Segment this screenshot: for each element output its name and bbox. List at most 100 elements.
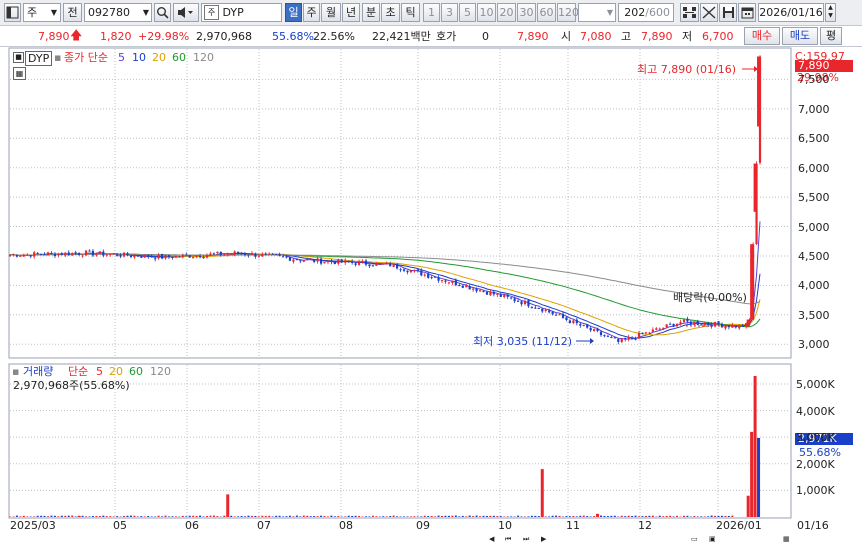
scroll-left-icon[interactable]: ◀ xyxy=(489,535,494,543)
volume-axis-tick: 3,000K xyxy=(796,431,835,445)
volume-readout: 2,970,968주(55.68%) xyxy=(13,379,130,392)
volume-bar xyxy=(240,516,243,517)
interval-30[interactable]: 30 xyxy=(517,3,536,22)
volume-bar xyxy=(313,516,316,517)
volume-bar xyxy=(399,516,402,517)
volume-bar xyxy=(171,516,174,517)
scroll-first-icon[interactable]: ⏮ xyxy=(505,535,511,544)
volume-bar xyxy=(358,515,361,517)
volume-ratio: 55.68% xyxy=(272,30,314,43)
candle-body xyxy=(378,263,381,265)
volume-bar xyxy=(261,515,264,517)
prev-button[interactable]: 전 xyxy=(63,3,82,22)
count-input[interactable]: 202/600 xyxy=(618,3,674,22)
candle-body xyxy=(593,329,596,332)
interval-custom-input[interactable]: ▼ xyxy=(578,3,616,22)
trade-amount: 22,421백만 xyxy=(372,30,431,43)
scroll-last-icon[interactable]: ⏭ xyxy=(523,535,529,544)
save-icon[interactable] xyxy=(719,3,737,22)
date-spinner[interactable]: ▲ ▼ xyxy=(825,3,836,22)
volume-bar xyxy=(116,516,119,517)
period-second[interactable]: 초 xyxy=(381,3,400,22)
interval-10[interactable]: 10 xyxy=(477,3,496,22)
chevron-down-icon: ▼ xyxy=(142,8,149,17)
eval-button[interactable]: 평 xyxy=(820,27,842,45)
volume-bar xyxy=(485,516,488,517)
volume-bar xyxy=(368,516,371,517)
grid-toggle-icon[interactable]: ▦ xyxy=(13,67,26,80)
date-input[interactable]: 2026/01/16 xyxy=(758,3,824,22)
vol-ma-legend-120: 120 xyxy=(150,365,171,378)
volume-bar xyxy=(534,515,537,517)
candle-body xyxy=(527,300,530,307)
volume-legend-title: 거래량 xyxy=(23,365,54,378)
chart-scrollbar[interactable]: ◀ ⏮ ⏭ ▶ ▭ ▣ ▦ xyxy=(483,535,855,544)
candle-body xyxy=(212,253,216,255)
volume-bar xyxy=(150,516,153,517)
candle-body xyxy=(451,280,454,284)
candle-body xyxy=(461,285,464,288)
interval-3[interactable]: 3 xyxy=(441,3,458,22)
candle-body xyxy=(382,263,385,265)
zoom-icon[interactable] xyxy=(680,3,699,22)
chart-area[interactable]: ■ DYP ▪ 종가 단순 5 10 20 60 120 ▦ C:159.97 … xyxy=(0,47,862,544)
stock-code-input[interactable]: 092780 ▼ xyxy=(84,3,152,22)
period-tick[interactable]: 틱 xyxy=(401,3,420,22)
period-week[interactable]: 주 xyxy=(303,3,320,22)
interval-20[interactable]: 20 xyxy=(497,3,516,22)
volume-bar xyxy=(475,515,478,517)
volume-bar xyxy=(47,516,50,517)
candle-body xyxy=(188,255,191,258)
candle-body xyxy=(530,307,533,309)
interval-60[interactable]: 60 xyxy=(537,3,556,22)
zoom-out-icon[interactable]: ▭ xyxy=(691,535,698,543)
sell-button[interactable]: 매도 xyxy=(782,27,818,45)
interval-1[interactable]: 1 xyxy=(423,3,440,22)
search-icon[interactable] xyxy=(154,3,171,22)
interval-5[interactable]: 5 xyxy=(459,3,476,22)
menu-icon[interactable] xyxy=(4,3,21,22)
period-day[interactable]: 일 xyxy=(285,3,302,22)
volume-bar xyxy=(651,515,654,517)
candle-body xyxy=(40,253,43,255)
volume-bar xyxy=(548,516,551,517)
candle-body xyxy=(122,252,126,257)
candle-body xyxy=(185,254,188,256)
chart-settings-icon[interactable]: ■ xyxy=(13,52,24,63)
volume-bar xyxy=(403,516,406,517)
crosshair-icon[interactable] xyxy=(700,3,718,22)
buy-button[interactable]: 매수 xyxy=(744,27,780,45)
zoom-in-icon[interactable]: ▣ xyxy=(709,535,716,543)
speaker-icon[interactable] xyxy=(173,3,199,22)
volume-bar xyxy=(396,516,399,517)
candle-body xyxy=(596,328,599,332)
candle-body xyxy=(157,254,160,259)
candle-body xyxy=(437,277,440,281)
calendar-icon[interactable] xyxy=(738,3,756,22)
scroll-right-icon[interactable]: ▶ xyxy=(541,535,546,543)
price-axis-tick: 6,000 xyxy=(798,161,830,175)
volume-bar xyxy=(126,515,129,517)
volume-bar xyxy=(192,515,195,517)
volume-bar xyxy=(447,515,450,517)
volume-bar xyxy=(676,515,679,517)
volume-bar xyxy=(479,516,482,517)
volume-bar xyxy=(102,515,105,517)
candle-body xyxy=(700,324,703,326)
volume-bar xyxy=(430,516,433,517)
candle-body xyxy=(154,258,157,260)
interval-120[interactable]: 120 xyxy=(557,3,579,22)
volume-bar xyxy=(613,515,616,517)
candle-body xyxy=(29,255,32,257)
candle-body xyxy=(682,319,686,323)
panel-toggle-icon[interactable]: ▦ xyxy=(783,535,790,543)
period-month[interactable]: 월 xyxy=(321,3,341,22)
volume-bar xyxy=(461,515,464,517)
stock-name-field[interactable]: 주 DYP xyxy=(201,3,282,22)
candle-body xyxy=(537,308,540,310)
period-minute[interactable]: 분 xyxy=(362,3,380,22)
price-axis-tick: 3,000 xyxy=(798,338,830,352)
market-select[interactable]: 주 ▼ xyxy=(23,3,61,22)
period-year[interactable]: 년 xyxy=(342,3,360,22)
volume-bar xyxy=(638,516,641,517)
